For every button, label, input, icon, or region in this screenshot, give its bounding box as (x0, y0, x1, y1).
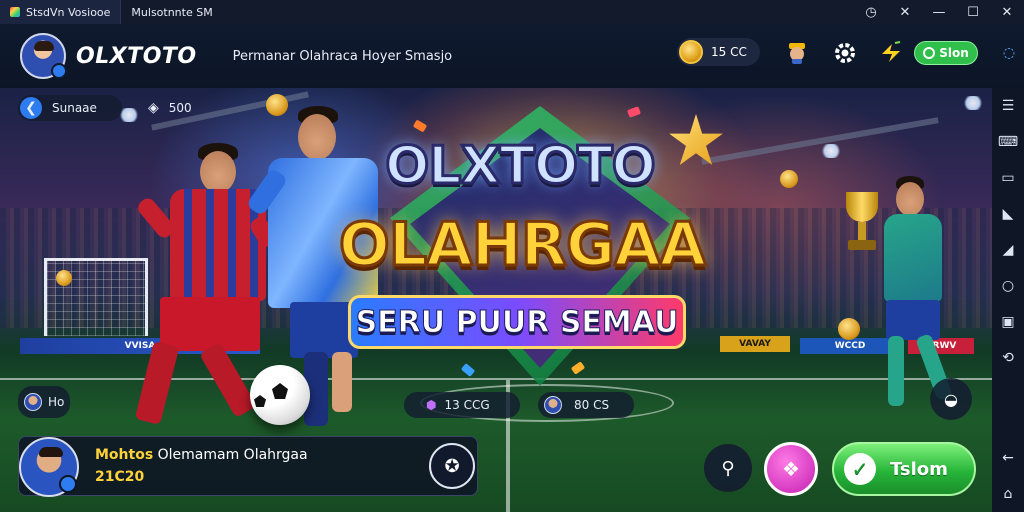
coin-balance[interactable]: 15 CC (677, 38, 760, 66)
logo-line-1: OLXTOTO (384, 135, 658, 198)
clock-icon[interactable]: ◷ (854, 0, 888, 24)
check-icon: ✓ (844, 453, 876, 485)
floating-coin (780, 170, 798, 188)
stat-chip-1[interactable]: ⬢ 13 CCG (404, 392, 520, 418)
team-crest-icon[interactable]: ✪ (429, 443, 475, 489)
window-controls: ◷ ✕ — ☐ ✕ (854, 0, 1024, 24)
floodlight (962, 96, 984, 110)
tab-label: StsdVn Vosiooe (26, 5, 111, 19)
trophy-icon (842, 192, 882, 262)
mini-avatar (24, 393, 42, 411)
logo-line-2: OLAHRGAA (337, 209, 707, 282)
floating-coin (266, 94, 288, 116)
panel-title: Mohtos Olemamam Olahrgaa (95, 447, 308, 463)
minimize-icon[interactable]: — (922, 0, 956, 24)
match-info-panel[interactable]: Mohtos Olemamam Olahrgaa 21C20 ✪ (18, 436, 478, 497)
location-icon[interactable]: ⚲ (704, 444, 752, 492)
bolt-icon[interactable] (878, 40, 904, 66)
diamond-icon[interactable]: ❖ (764, 442, 818, 496)
tab-label: Mulsotnnte SM (131, 5, 213, 19)
volume-icon[interactable]: ◢ (992, 232, 1024, 268)
app-icon (10, 7, 20, 17)
panel-title-rest: Olemamam Olahrgaa (157, 447, 308, 463)
screen-icon[interactable]: ▭ (992, 160, 1024, 196)
confetti (412, 119, 428, 133)
back-nav-icon[interactable]: ← (992, 440, 1024, 476)
keyboard-icon[interactable]: ⌨ (992, 124, 1024, 160)
player-avatar (19, 437, 79, 497)
ad-board: VAVAY (720, 336, 790, 352)
profile-avatar[interactable] (20, 33, 67, 79)
points-count: 500 (168, 101, 192, 115)
stat-chip-1-value: 13 CCG (444, 398, 490, 412)
gift-icon[interactable] (784, 40, 810, 66)
home-nav-icon[interactable]: ⌂ (992, 476, 1024, 512)
verified-badge-icon (51, 63, 67, 79)
mini-player-chip[interactable]: Ho (18, 386, 70, 418)
tab-mulsotnnte[interactable]: Mulsotnnte SM (121, 0, 222, 24)
floating-coin (838, 318, 860, 340)
floating-coin (56, 270, 72, 286)
controller-icon[interactable]: ◒ (930, 378, 972, 420)
panel-subtitle: 21C20 (95, 469, 145, 485)
coin-icon (679, 40, 703, 64)
verified-badge-icon (59, 475, 77, 493)
confetti (626, 106, 642, 118)
mini-avatar (544, 396, 562, 414)
maximize-icon[interactable]: ☐ (956, 0, 990, 24)
screenshot-icon[interactable]: ▣ (992, 304, 1024, 340)
online-button[interactable]: Slon (914, 41, 978, 65)
back-arrow-icon: ❮ (20, 97, 42, 119)
shield-icon: ◈ (148, 100, 159, 116)
soccer-ball (250, 365, 310, 425)
tab-stsdvn[interactable]: StsdVn Vosiooe (0, 0, 122, 24)
panel-title-highlight: Mohtos (95, 447, 154, 463)
back-chip[interactable]: ❮ Sunaae (18, 95, 122, 121)
menu-icon[interactable]: ☰ (992, 88, 1024, 124)
emulator-sidebar: ☰ ⌨ ▭ ◣ ◢ ○ ▣ ⟲ ← ⌂ (992, 88, 1024, 512)
stat-chip-2[interactable]: 80 CS (538, 392, 634, 418)
mini-player-label: Ho (48, 395, 65, 409)
close-icon[interactable]: ✕ (990, 0, 1024, 24)
record-icon[interactable]: ○ (992, 268, 1024, 304)
brand-title: OLXTOTO (76, 43, 197, 69)
stat-chip-2-value: 80 CS (574, 398, 610, 412)
gem-icon: ⬢ (426, 398, 437, 412)
avatar-hair (34, 41, 54, 51)
game-header: OLXTOTO Permanar Olahraca Hoyer Smasjo 1… (0, 24, 1024, 88)
logo-ribbon: SERU PUUR SEMAU (348, 295, 686, 349)
confetti (570, 361, 586, 375)
online-icon (923, 47, 936, 59)
settings-icon[interactable] (832, 40, 858, 66)
tilt-icon[interactable]: ◣ (992, 196, 1024, 232)
back-chip-label: Sunaae (52, 101, 97, 115)
pin-icon[interactable]: ✕ (888, 0, 922, 24)
play-button[interactable]: ✓ Tslom (832, 442, 976, 496)
header-subtitle: Permanar Olahraca Hoyer Smasjo (232, 48, 453, 64)
confetti (460, 363, 476, 377)
floodlight (820, 144, 842, 158)
title-bar: StsdVn Vosiooe Mulsotnnte SM ◷ ✕ — ☐ ✕ (0, 0, 1024, 24)
share-icon[interactable]: ◌ (996, 40, 1022, 66)
game-stage: VVISA VAVAY WCCD VRWV OLXTOTO OLAHRGAA S… (0, 88, 992, 512)
play-label: Tslom (890, 458, 948, 480)
coin-amount: 15 CC (711, 45, 747, 59)
online-label: Slon (939, 46, 969, 60)
rotate-icon[interactable]: ⟲ (992, 340, 1024, 376)
points-chip[interactable]: ◈ 500 (146, 95, 210, 121)
